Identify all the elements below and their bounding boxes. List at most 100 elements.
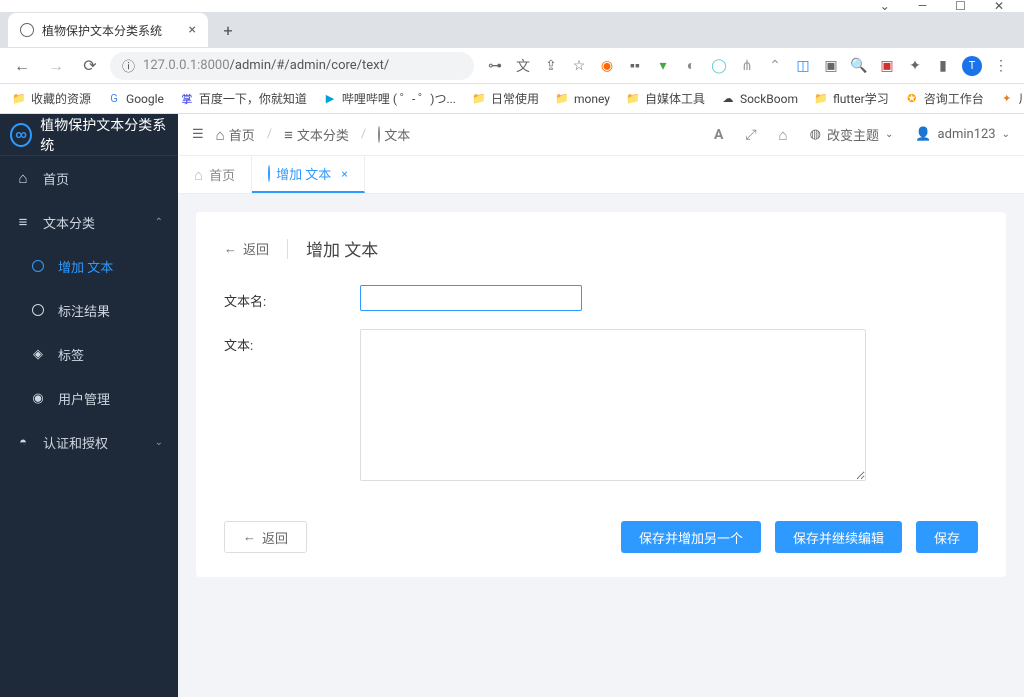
save-button[interactable]: 保存 [916,521,978,553]
new-tab-button[interactable]: + [214,16,242,44]
user-icon [30,391,46,406]
ext-icon-8[interactable]: ◫ [794,57,812,75]
info-icon: ⓘ [122,56,135,75]
text-name-input[interactable] [360,285,582,311]
sidebar-item-text-classify[interactable]: 文本分类 ⌃ [0,200,178,244]
url-input[interactable]: ⓘ 127.0.0.1:8000/admin/#/admin/core/text… [110,52,474,80]
sidebar-header: ∞ 植物保护文本分类系统 [0,114,178,156]
bookmark-item[interactable]: 📁收藏的资源 [12,90,91,107]
win-min-icon[interactable]: ⌄ [880,0,890,13]
divider [287,239,288,259]
translate-icon[interactable]: 文 [514,57,532,75]
nav-forward-button[interactable]: → [42,52,70,80]
bookmark-item[interactable]: ▶哔哩哔哩 ( ゜- ゜)つ... [323,90,456,107]
font-icon[interactable] [714,127,723,143]
tab-add-text[interactable]: 增加 文本 × [252,156,365,193]
app-logo-icon: ∞ [10,123,32,147]
sidebar-item-annotation[interactable]: 标注结果 [0,288,178,332]
back-button[interactable]: ← 返回 [224,521,307,553]
tab-label: 增加 文本 [276,164,331,183]
topbar: 首页 / 文本分类 / 文本 改变主题 ⌄ admin123 ⌄ [178,114,1024,156]
tab-title: 植物保护文本分类系统 [42,22,162,39]
win-close-icon[interactable]: ✕ [994,0,1004,13]
ext-icon-9[interactable]: ▣ [822,57,840,75]
form-card: ← 返回 增加 文本 文本名: 文本: ← 返 [196,212,1006,577]
app-title: 植物保护文本分类系统 [40,115,168,155]
nav-reload-button[interactable]: ⟳ [76,52,104,80]
shield-icon [15,434,31,450]
label-text-name: 文本名: [224,285,360,311]
browser-tab[interactable]: 植物保护文本分类系统 × [8,13,208,47]
bookmark-item[interactable]: ✦川虎ChatGPT 🚀 [1000,90,1024,107]
tab-home[interactable]: 首页 [178,156,252,193]
sidebar-item-label: 文本分类 [43,213,95,232]
share-icon[interactable]: ⇪ [542,57,560,75]
circle-icon [378,127,380,142]
user-dropdown[interactable]: admin123 ⌄ [915,127,1010,142]
ext-icon-5[interactable]: ◯ [710,57,728,75]
breadcrumb-category[interactable]: 文本分类 [284,125,349,144]
save-add-another-button[interactable]: 保存并增加另一个 [621,521,761,553]
ext-icon-10[interactable]: 🔍 [850,57,868,75]
win-max-icon[interactable]: ☐ [955,0,966,13]
profile-avatar[interactable]: T [962,56,982,76]
circle-icon [268,166,270,181]
crumb-sep: / [267,127,272,142]
tag-icon [30,347,46,362]
win-hide-icon[interactable]: — [918,0,927,13]
browser-menu-icon[interactable]: ⋮ [992,57,1010,75]
bookmark-item[interactable]: ✪咨询工作台 [905,90,984,107]
menu-toggle-icon[interactable] [192,127,204,142]
key-icon[interactable]: ⊶ [486,57,504,75]
sidebar-item-label: 标签 [58,345,84,364]
more-ext-icon[interactable]: ▮ [934,57,952,75]
chevron-down-icon: ⌄ [885,129,893,140]
bookmark-item[interactable]: 掌百度一下，你就知道 [180,90,307,107]
save-continue-button[interactable]: 保存并继续编辑 [775,521,902,553]
crumb-sep: / [361,127,366,142]
ext-icon-6[interactable]: ⋔ [738,57,756,75]
sidebar-item-home[interactable]: 首页 [0,156,178,200]
fullscreen-icon[interactable] [745,127,756,143]
bookmark-item[interactable]: 📁自媒体工具 [626,90,705,107]
url-host: 127.0.0.1 [143,58,197,73]
text-body-textarea[interactable] [360,329,866,481]
star-icon[interactable]: ☆ [570,57,588,75]
bookmark-item[interactable]: ☁SockBoom [721,92,798,106]
ext-icon-4[interactable]: ◐ [682,57,700,75]
button-label: 返回 [262,528,288,547]
sidebar-item-auth[interactable]: 认证和授权 ⌄ [0,420,178,464]
sidebar-item-tags[interactable]: 标签 [0,332,178,376]
circle-icon [30,260,46,272]
bookmark-item[interactable]: 📁flutter学习 [814,90,889,107]
topbar-home-icon[interactable] [779,126,788,144]
ext-icon-2[interactable]: ▪▪ [626,57,644,75]
extensions-icon[interactable]: ✦ [906,57,924,75]
arrow-left-icon: ← [224,241,237,257]
ext-icon-3[interactable]: ▾ [654,57,672,75]
chevron-down-icon: ⌄ [1002,129,1010,140]
page-title: 增加 文本 [306,236,378,261]
bookmark-item[interactable]: GGoogle [107,92,164,106]
tab-close-icon[interactable]: × [189,22,196,38]
tab-close-icon[interactable]: × [341,167,347,181]
ext-icon-7[interactable]: ⌃ [766,57,784,75]
bookmark-item[interactable]: 📁日常使用 [472,90,539,107]
sidebar-item-user-mgmt[interactable]: 用户管理 [0,376,178,420]
back-link[interactable]: ← 返回 [224,239,269,258]
sidebar-item-add-text[interactable]: 增加 文本 [0,244,178,288]
sidebar-item-label: 首页 [43,169,69,188]
home-icon [194,166,203,184]
bookmark-item[interactable]: 📁money [555,92,610,106]
theme-dropdown[interactable]: 改变主题 ⌄ [810,125,894,144]
list-icon [284,126,293,144]
breadcrumb-text[interactable]: 文本 [378,125,410,144]
ext-icon-11[interactable]: ▣ [878,57,896,75]
breadcrumb-home[interactable]: 首页 [216,125,255,144]
home-icon [15,169,31,187]
circle-icon [30,304,46,316]
ext-icon-1[interactable]: ◉ [598,57,616,75]
sidebar-item-label: 认证和授权 [43,433,108,452]
nav-back-button[interactable]: ← [8,52,36,80]
back-label: 返回 [243,239,269,258]
